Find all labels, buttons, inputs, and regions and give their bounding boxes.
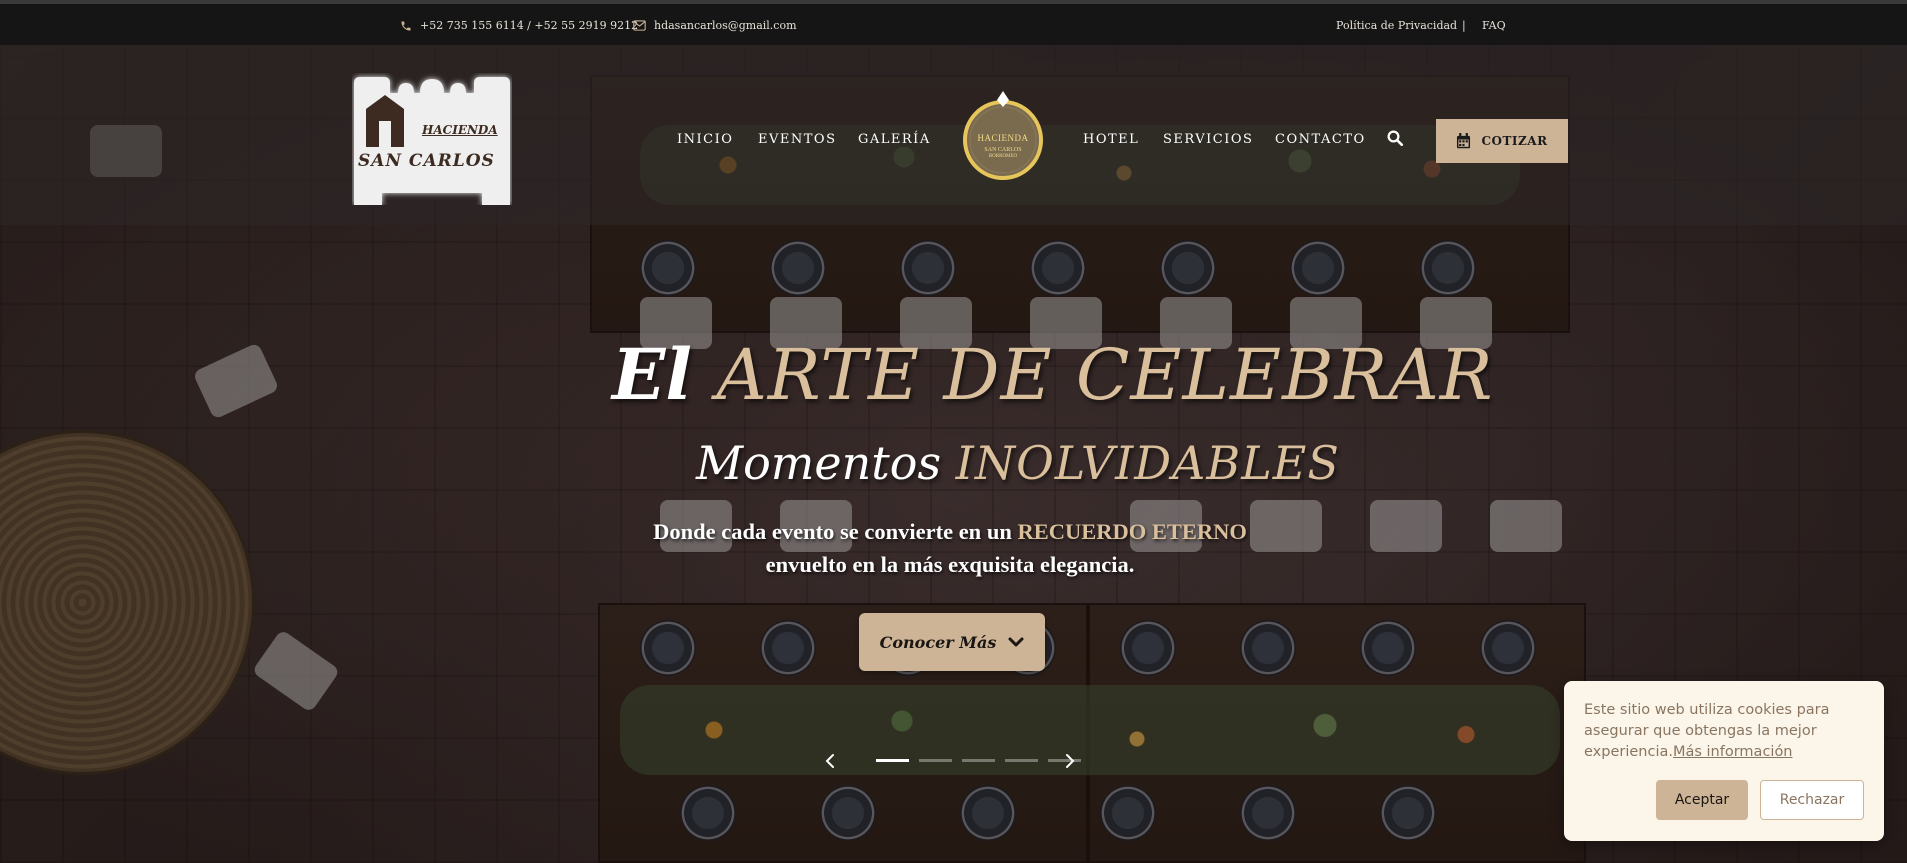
top-bar-phone[interactable]: +52 735 155 6114 / +52 55 2919 9212 [400,19,638,32]
email-text: hdasancarlos@gmail.com [654,19,797,32]
conocer-mas-label: Conocer Más [879,632,997,652]
phone-icon [401,21,411,30]
search-icon [1387,130,1404,147]
nav-inicio[interactable]: INICIO [677,132,733,147]
top-bar-email[interactable]: hdasancarlos@gmail.com [633,19,797,32]
nav-hotel[interactable]: HOTEL [1083,132,1139,147]
cookie-reject-button[interactable]: Rechazar [1760,780,1864,820]
slider-dot[interactable] [876,759,909,762]
hero-subheading-part2: INOLVIDABLES [955,436,1340,490]
slider-prev-button[interactable] [824,752,840,770]
site-header: HACIENDA SAN CARLOS INICIO EVENTOS GALER… [0,45,1907,225]
hacienda-logo-graphic [354,77,510,205]
nav-contacto[interactable]: CONTACTO [1275,132,1366,147]
slider-next-button[interactable] [1064,752,1080,770]
cotizar-button[interactable]: COTIZAR [1436,119,1568,163]
nav-servicios[interactable]: SERVICIOS [1163,132,1253,147]
logo-text-hacienda: HACIENDA [422,123,498,137]
chevron-left-icon [825,754,834,768]
top-bar: +52 735 155 6114 / +52 55 2919 9212 hdas… [0,0,1907,45]
cookie-message: Este sitio web utiliza cookies para aseg… [1584,700,1864,763]
hero-heading: El ARTE DE CELEBRAR [612,340,1494,411]
calendar-icon [1457,133,1471,149]
privacy-policy-link[interactable]: Política de Privacidad [1336,19,1457,32]
cookie-accept-button[interactable]: Aceptar [1656,780,1748,820]
chevron-down-icon [1008,637,1024,647]
slider-pagination [876,759,1081,762]
chevron-right-icon [1066,754,1075,768]
emblem-text-borromeo: BORROMEO [988,154,1018,159]
hero-tagline: Donde cada evento se convierte en un REC… [580,515,1320,581]
hero-tagline-part1: Donde cada evento se convierte en un [653,519,1018,544]
hero-heading-part2: ARTE DE CELEBRAR [716,334,1494,416]
emblem-text-san-carlos: SAN CARLOS [984,147,1022,153]
hero-subheading-part1: Momentos [696,436,956,490]
emblem-text-hacienda: HACIENDA [977,133,1029,143]
center-emblem-logo[interactable]: HACIENDA SAN CARLOS BORROMEO [960,91,1046,181]
conocer-mas-button[interactable]: Conocer Más [859,613,1045,671]
cookie-more-info-link[interactable]: Más información [1673,744,1793,760]
mail-icon [633,20,646,31]
search-button[interactable] [1386,129,1406,149]
top-bar-separator: | [1462,19,1466,32]
hero-tagline-highlight: RECUERDO ETERNO [1017,519,1247,544]
nav-eventos[interactable]: EVENTOS [758,132,836,147]
slider-dot[interactable] [962,759,995,762]
slider-dot[interactable] [919,759,952,762]
hero-heading-part1: El [612,333,717,416]
nav-galeria[interactable]: GALERÍA [858,132,931,147]
cookie-banner: Este sitio web utiliza cookies para aseg… [1564,681,1884,841]
hero-tagline-part2: envuelto en la más exquisita elegancia. [765,552,1135,577]
phone-text: +52 735 155 6114 / +52 55 2919 9212 [420,19,639,32]
site-logo[interactable]: HACIENDA SAN CARLOS [352,73,512,205]
logo-text-san-carlos: SAN CARLOS [358,151,495,171]
hero-subheading: Momentos INOLVIDABLES [696,440,1340,486]
faq-link[interactable]: FAQ [1482,19,1506,32]
cotizar-label: COTIZAR [1481,134,1548,148]
slider-dot[interactable] [1005,759,1038,762]
